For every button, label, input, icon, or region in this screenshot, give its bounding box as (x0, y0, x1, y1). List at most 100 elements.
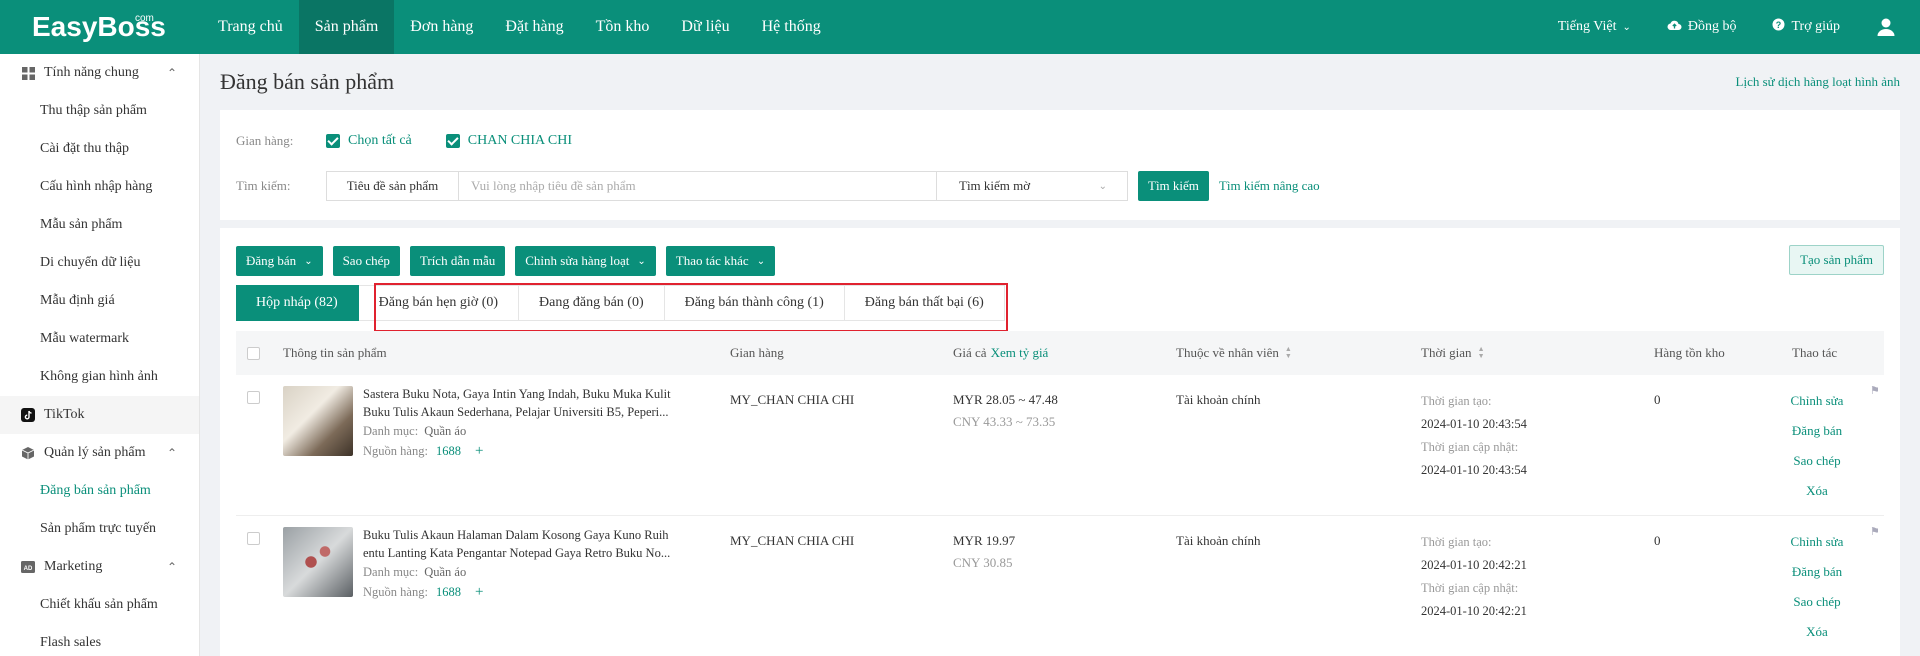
stock-value: 0 (1654, 392, 1661, 407)
logo[interactable]: EasyBoss com (0, 0, 202, 54)
sidebar-item-collect[interactable]: Thu thập sản phẩm (0, 92, 199, 130)
tab-published-failed[interactable]: Đăng bán thất bại (6) (844, 285, 1005, 321)
sidebar-item-flash-sales[interactable]: Flash sales (0, 624, 199, 656)
search-field-selector[interactable]: Tiêu đề sản phẩm (327, 172, 459, 200)
plus-icon[interactable]: + (475, 584, 483, 600)
col-staff[interactable]: Thuộc về nhân viên ▲ ▼ (1176, 331, 1292, 375)
action-toolbar: Đăng bán ⌄ Sao chép Trích dẫn mẫu Chỉnh … (236, 246, 785, 276)
advanced-search-link[interactable]: Tìm kiếm nâng cao (1219, 178, 1320, 194)
search-input[interactable]: Vui lòng nhập tiêu đề sản phẩm (459, 172, 937, 200)
delete-action[interactable]: Xóa (1772, 617, 1862, 647)
user-icon[interactable] (1876, 17, 1896, 37)
sidebar-item-data-migration[interactable]: Di chuyển dữ liệu (0, 244, 199, 282)
sidebar-item-collect-settings[interactable]: Cài đặt thu thập (0, 130, 199, 168)
product-thumbnail[interactable] (283, 527, 353, 597)
extract-template-button[interactable]: Trích dẫn mẫu (409, 246, 506, 276)
category-label: Danh mục: (363, 424, 419, 438)
publish-action[interactable]: Đăng bán (1772, 557, 1862, 587)
select-all-rows-checkbox[interactable] (247, 331, 260, 375)
nav-inventory[interactable]: Tồn kho (580, 0, 666, 54)
sidebar-group-marketing[interactable]: AD Marketing ⌃ (0, 548, 199, 586)
nav-products[interactable]: Sản phẩm (298, 0, 395, 54)
edit-action[interactable]: Chỉnh sửa (1772, 386, 1862, 416)
help-button[interactable]: ? Trợ giúp (1772, 18, 1840, 36)
product-title-line: Buku Tulis Akaun Halaman Dalam Kosong Ga… (363, 528, 669, 542)
sidebar-item-online-products[interactable]: Sản phẩm trực tuyến (0, 510, 199, 548)
sidebar-group-general[interactable]: Tính năng chung ⌃ (0, 54, 199, 92)
col-time[interactable]: Thời gian ▲ ▼ (1421, 331, 1485, 375)
checkbox-checked-icon (445, 134, 460, 148)
checkbox-checked-icon (326, 134, 340, 148)
box-icon (20, 446, 36, 460)
row-actions: Chỉnh sửa Đăng bán Sao chép Xóa (1772, 527, 1862, 647)
publish-action[interactable]: Đăng bán (1772, 416, 1862, 446)
batch-edit-label: Chỉnh sửa hàng loạt (525, 253, 630, 268)
copy-action[interactable]: Sao chép (1772, 446, 1862, 476)
nav-system[interactable]: Hệ thống (746, 0, 837, 54)
sidebar-item-import-config[interactable]: Cấu hình nhập hàng (0, 168, 199, 206)
source-value[interactable]: 1688 (436, 444, 461, 458)
search-button[interactable]: Tìm kiếm (1138, 171, 1209, 201)
nav-orders[interactable]: Đơn hàng (394, 0, 489, 54)
chevron-down-icon: ⌄ (304, 255, 313, 267)
product-title-line: Buku Tulis Akaun Sederhana, Pelajar Univ… (363, 405, 669, 419)
sidebar-item-publish-product[interactable]: Đăng bán sản phẩm (0, 472, 199, 510)
publish-dropdown-button[interactable]: Đăng bán ⌄ (236, 246, 323, 276)
image-translation-history-link[interactable]: Lịch sử dịch hàng loạt hình ảnh (1736, 74, 1900, 90)
flag-icon[interactable]: ⚑ (1870, 525, 1880, 538)
col-store: Gian hàng (730, 345, 784, 360)
col-product: Thông tin sản phẩm (283, 345, 387, 360)
plus-icon[interactable]: + (475, 443, 483, 459)
checkbox-icon (247, 346, 260, 360)
sidebar-item-watermark[interactable]: Mẫu watermark (0, 320, 199, 358)
sidebar-item-product-discount[interactable]: Chiết khấu sản phẩm (0, 586, 199, 624)
page-title: Đăng bán sản phẩm (220, 69, 395, 94)
batch-edit-dropdown-button[interactable]: Chỉnh sửa hàng loạt ⌄ (515, 246, 656, 276)
flag-icon[interactable]: ⚑ (1870, 384, 1880, 397)
tab-published-success[interactable]: Đăng bán thành công (1) (664, 285, 845, 321)
create-product-button[interactable]: Tạo sản phẩm (1789, 245, 1884, 275)
sidebar-group-tiktok[interactable]: TikTok (0, 396, 199, 434)
copy-button[interactable]: Sao chép (332, 246, 400, 276)
search-label: Tìm kiếm: (236, 178, 291, 193)
sort-icon: ▲ ▼ (1477, 345, 1485, 360)
col-time-label: Thời gian (1421, 345, 1472, 360)
created-value: 2024-01-10 20:42:21 (1421, 558, 1527, 572)
col-stock: Hàng tồn kho (1654, 345, 1725, 360)
tab-drafts[interactable]: Hộp nháp (82) (236, 285, 359, 321)
nav-purchase[interactable]: Đặt hàng (489, 0, 579, 54)
product-title[interactable]: Sastera Buku Nota, Gaya Intin Yang Indah… (363, 385, 693, 421)
nav-data[interactable]: Dữ liệu (665, 0, 745, 54)
row-checkbox[interactable] (247, 391, 260, 404)
product-title[interactable]: Buku Tulis Akaun Halaman Dalam Kosong Ga… (363, 526, 693, 562)
copy-action[interactable]: Sao chép (1772, 587, 1862, 617)
match-mode-select[interactable]: Tìm kiếm mờ ⌄ (937, 172, 1127, 200)
table-row: Sastera Buku Nota, Gaya Intin Yang Indah… (236, 375, 1884, 516)
row-checkbox[interactable] (247, 532, 260, 545)
col-price: Giá cả Xem tỷ giá (953, 331, 1048, 375)
other-actions-dropdown-button[interactable]: Thao tác khác ⌄ (665, 246, 776, 276)
sidebar: Tính năng chung ⌃ Thu thập sản phẩm Cài … (0, 54, 200, 656)
product-thumbnail[interactable] (283, 386, 353, 456)
price-myr: MYR 19.97 (953, 533, 1016, 548)
main-nav: Trang chủ Sản phẩm Đơn hàng Đặt hàng Tồn… (202, 0, 837, 54)
sidebar-item-product-template[interactable]: Mẫu sản phẩm (0, 206, 199, 244)
nav-home[interactable]: Trang chủ (202, 0, 299, 54)
store-checkbox[interactable]: CHAN CHIA CHI (445, 133, 572, 149)
sidebar-item-image-space[interactable]: Không gian hình ảnh (0, 358, 199, 396)
staff-name: Tài khoản chính (1176, 392, 1261, 407)
source-value[interactable]: 1688 (436, 585, 461, 599)
sidebar-group-product-mgmt[interactable]: Quản lý sản phẩm ⌃ (0, 434, 199, 472)
edit-action[interactable]: Chỉnh sửa (1772, 527, 1862, 557)
sidebar-item-pricing-template[interactable]: Mẫu định giá (0, 282, 199, 320)
table-row: Buku Tulis Akaun Halaman Dalam Kosong Ga… (236, 516, 1884, 656)
view-exchange-rate-link[interactable]: Xem tỷ giá (991, 345, 1049, 361)
sync-button[interactable]: Đồng bộ (1667, 19, 1737, 36)
select-all-checkbox[interactable]: Chọn tất cả (326, 133, 412, 149)
sync-label: Đồng bộ (1687, 19, 1737, 34)
tab-publishing[interactable]: Đang đăng bán (0) (519, 285, 665, 321)
language-selector[interactable]: Tiếng Việt ⌄ (1558, 19, 1631, 35)
delete-action[interactable]: Xóa (1772, 476, 1862, 506)
tab-scheduled[interactable]: Đăng bán hẹn giờ (0) (358, 285, 520, 321)
logo-sup: com (135, 13, 154, 24)
